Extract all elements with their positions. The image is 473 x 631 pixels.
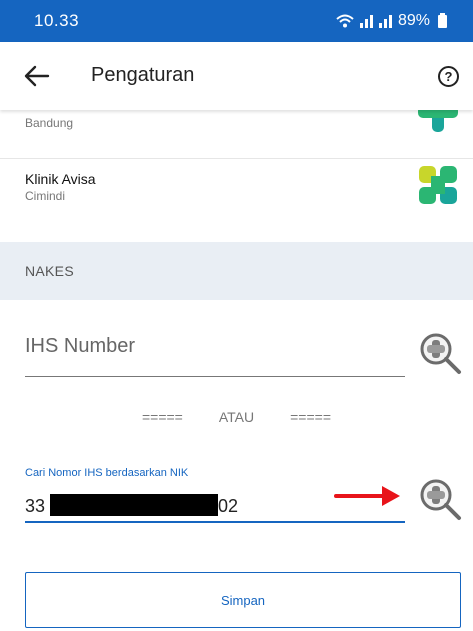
divider-text: ATAU [218,409,255,425]
or-divider: ===== ATAU ===== [0,409,473,425]
clinic-list-item[interactable]: Bandung [0,110,473,158]
clinic-location: Cimindi [25,189,66,203]
clinic-cross-logo [418,110,458,132]
arrow-left-icon[interactable] [24,64,50,88]
save-button[interactable]: Simpan [25,572,461,628]
page-title: Pengaturan [91,64,195,86]
wifi-icon [336,14,354,28]
status-bar: 10.33 89% [0,0,473,42]
clinic-list-item[interactable]: Klinik Avisa Cimindi [0,158,473,220]
nik-value-suffix: 02 [218,496,239,516]
section-header-nakes: NAKES [0,242,473,300]
help-circle-icon[interactable]: ? [438,66,459,87]
magnifier-clinic-icon[interactable] [418,477,464,523]
battery-icon [438,12,447,28]
divider-left: ===== [141,409,183,425]
signal-icon [359,14,373,28]
nik-field-label: Cari Nomor IHS berdasarkan NIK [25,467,189,479]
app-bar: Pengaturan ? [0,42,473,110]
battery-percent: 89% [397,12,430,29]
signal-icon-2 [378,14,392,28]
clinic-name: Klinik Avisa [25,171,96,187]
redaction-bar [50,494,218,516]
status-icons: 89% [336,12,447,30]
status-time: 10.33 [34,11,80,30]
nik-value-prefix: 33 [25,496,46,516]
clinic-location: Bandung [25,116,74,130]
magnifier-clinic-icon[interactable] [418,331,464,377]
divider-right: ===== [290,409,332,425]
red-arrow-annotation [334,486,400,506]
ihs-input-underline [25,376,405,377]
clinic-cross-logo [419,166,457,204]
ihs-number-input[interactable] [25,326,403,366]
nik-input-underline [25,521,405,523]
